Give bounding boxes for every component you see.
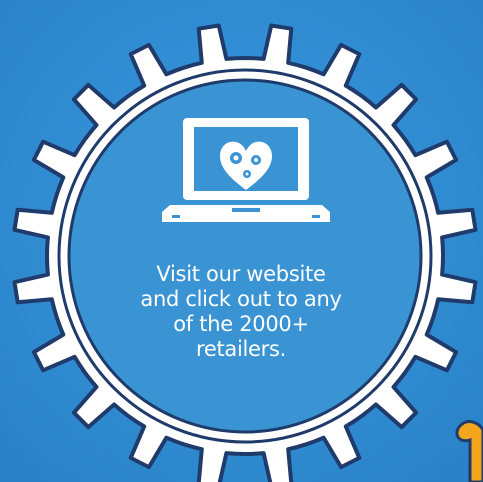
gear-frame [12,23,478,482]
promo-line-4: retailers. [195,337,287,361]
promo-line-2: and click out to any [140,287,342,311]
promo-line-1: Visit our website [156,262,326,286]
promo-text: Visit our website and click out to any o… [91,262,391,362]
promo-line-3: of the 2000+ [173,312,309,336]
promo-illustration [0,0,483,482]
